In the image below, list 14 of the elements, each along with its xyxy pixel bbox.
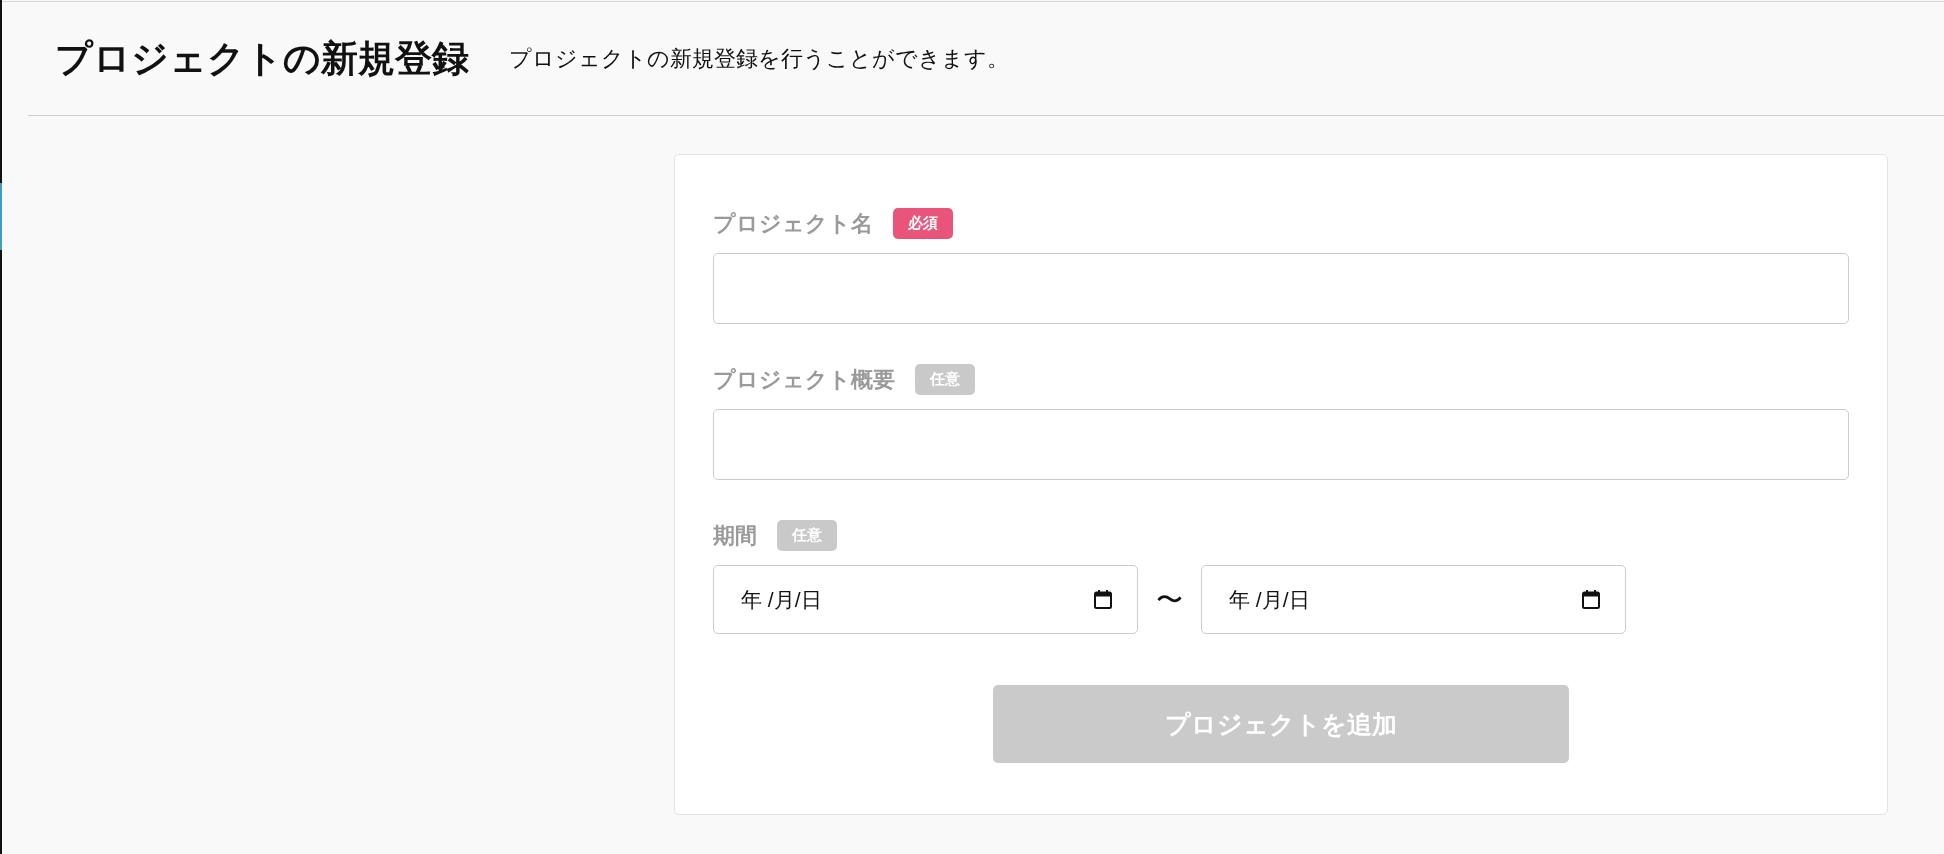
field-label: 期間 — [713, 521, 757, 550]
calendar-icon — [1094, 590, 1112, 609]
date-field[interactable]: 年 /月/日 — [713, 565, 1138, 634]
field-label: プロジェクト概要 — [713, 365, 895, 394]
required-badge: 必須 — [893, 208, 953, 239]
date-field[interactable]: 年 /月/日 — [1201, 565, 1626, 634]
page-description: プロジェクトの新規登録を行うことができます。 — [509, 46, 1009, 73]
active-item-marker — [0, 183, 2, 250]
calendar-icon — [1582, 590, 1600, 609]
range-separator: 〜 — [1156, 583, 1183, 617]
text-input-field[interactable] — [713, 253, 1849, 324]
text-input-field[interactable] — [713, 409, 1849, 480]
field-label: プロジェクト名 — [713, 209, 873, 238]
page-title: プロジェクトの新規登録 — [55, 36, 469, 81]
